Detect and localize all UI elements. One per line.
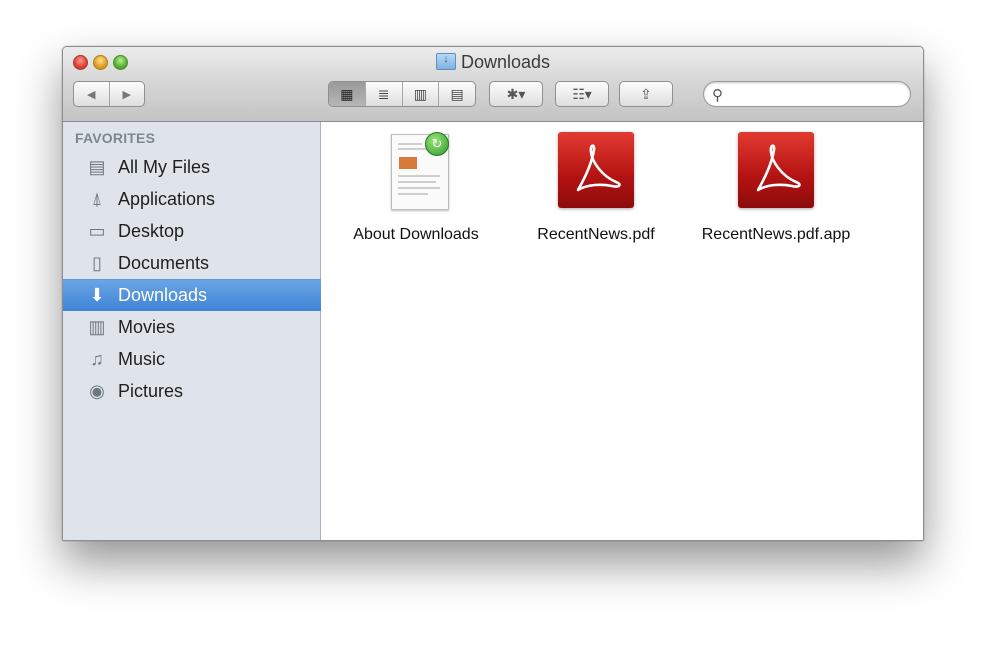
sidebar-item-documents[interactable]: ▯ Documents <box>63 247 321 279</box>
doc-text-line <box>398 175 440 177</box>
window-title: Downloads <box>63 52 923 72</box>
arrange-icon: ☷▾ <box>572 85 592 102</box>
sidebar-item-movies[interactable]: ▥ Movies <box>63 311 321 343</box>
file-item-recentnews-pdf-app[interactable]: RecentNews.pdf.app <box>701 132 851 246</box>
column-view-icon: ▥ <box>413 85 427 102</box>
icon-view-button[interactable]: ▦ <box>329 82 365 106</box>
finder-window: Downloads ◀ ▶ ▦ ≣ ▥ ▤ ✱▾ ☷▾ ⇪ ⚲ FAVORITE… <box>62 46 924 541</box>
sidebar-item-label: Applications <box>118 188 216 209</box>
share-button[interactable]: ⇪ <box>619 81 673 107</box>
coverflow-view-button[interactable]: ▤ <box>438 82 475 106</box>
view-mode-control: ▦ ≣ ▥ ▤ <box>328 81 476 107</box>
window-title-text: Downloads <box>460 52 551 72</box>
doc-image-thumbnail <box>399 157 417 169</box>
file-name: RecentNews.pdf <box>537 226 655 243</box>
desktop-icon: ▭ <box>88 220 106 241</box>
doc-text-line <box>398 187 440 189</box>
back-forward-control: ◀ ▶ <box>73 81 145 107</box>
downloads-icon: ⬇ <box>89 285 105 305</box>
sidebar-item-label: Pictures <box>118 380 184 401</box>
back-button[interactable]: ◀ <box>74 82 109 106</box>
acrobat-logo-icon <box>576 144 621 192</box>
sidebar: FAVORITES ▤ All My Files ⍋ Applications … <box>63 122 321 540</box>
all-my-files-icon: ▤ <box>88 156 106 177</box>
sidebar-item-desktop[interactable]: ▭ Desktop <box>63 215 321 247</box>
file-item-recentnews-pdf[interactable]: RecentNews.pdf <box>521 132 671 246</box>
sidebar-item-all-my-files[interactable]: ▤ All My Files <box>63 151 321 183</box>
sidebar-item-music[interactable]: ♫ Music <box>63 343 321 375</box>
music-icon: ♫ <box>90 348 104 369</box>
icon-view-icon: ▦ <box>340 85 354 102</box>
document-file-icon: ↻ <box>377 132 455 210</box>
list-view-button[interactable]: ≣ <box>364 82 402 106</box>
sidebar-item-label: Music <box>118 348 166 369</box>
forward-button[interactable]: ▶ <box>108 82 145 106</box>
column-view-button[interactable]: ▥ <box>401 82 439 106</box>
movies-icon: ▥ <box>88 316 106 337</box>
pdf-file-icon <box>737 132 815 210</box>
search-input[interactable] <box>732 85 906 105</box>
sidebar-item-applications[interactable]: ⍋ Applications <box>63 183 321 215</box>
search-icon: ⚲ <box>712 87 723 104</box>
coverflow-view-icon: ▤ <box>450 85 464 102</box>
file-browser-content[interactable]: ↻ About Downloads RecentNews.pdf RecentN… <box>321 122 923 540</box>
applications-icon: ⍋ <box>91 188 103 209</box>
arrange-menu-button[interactable]: ☷▾ <box>555 81 609 107</box>
sidebar-item-pictures[interactable]: ◉ Pictures <box>63 375 321 407</box>
sidebar-item-downloads[interactable]: ⬇ Downloads <box>63 279 321 311</box>
doc-text-line <box>398 193 428 195</box>
gear-icon: ✱▾ <box>506 85 526 102</box>
green-download-badge-icon: ↻ <box>425 132 449 156</box>
documents-icon: ▯ <box>92 252 102 273</box>
file-name: RecentNews.pdf.app <box>701 226 851 243</box>
back-arrow-icon: ◀ <box>87 88 96 101</box>
acrobat-logo-icon <box>756 144 801 192</box>
search-field[interactable]: ⚲ <box>703 81 911 107</box>
sidebar-item-label: All My Files <box>118 156 211 177</box>
title-bar[interactable]: Downloads ◀ ▶ ▦ ≣ ▥ ▤ ✱▾ ☷▾ ⇪ ⚲ <box>63 47 923 122</box>
downloads-folder-icon <box>435 53 456 70</box>
favorites-heading: FAVORITES <box>75 130 156 146</box>
sidebar-item-label: Desktop <box>118 220 185 241</box>
action-menu-button[interactable]: ✱▾ <box>489 81 543 107</box>
sidebar-item-label: Movies <box>118 316 176 337</box>
pdf-file-icon <box>557 132 635 210</box>
file-item-about-downloads[interactable]: ↻ About Downloads <box>341 132 491 246</box>
acrobat-pdf-icon <box>558 132 634 208</box>
forward-arrow-icon: ▶ <box>122 88 131 101</box>
list-view-icon: ≣ <box>377 85 390 102</box>
sidebar-item-label: Documents <box>118 252 210 273</box>
acrobat-pdf-icon <box>738 132 814 208</box>
file-name: About Downloads <box>353 226 479 243</box>
share-icon: ⇪ <box>640 85 652 102</box>
sidebar-item-label: Downloads <box>118 285 208 305</box>
doc-text-line <box>398 181 436 183</box>
pictures-icon: ◉ <box>89 380 105 401</box>
doc-text-line <box>398 143 422 145</box>
